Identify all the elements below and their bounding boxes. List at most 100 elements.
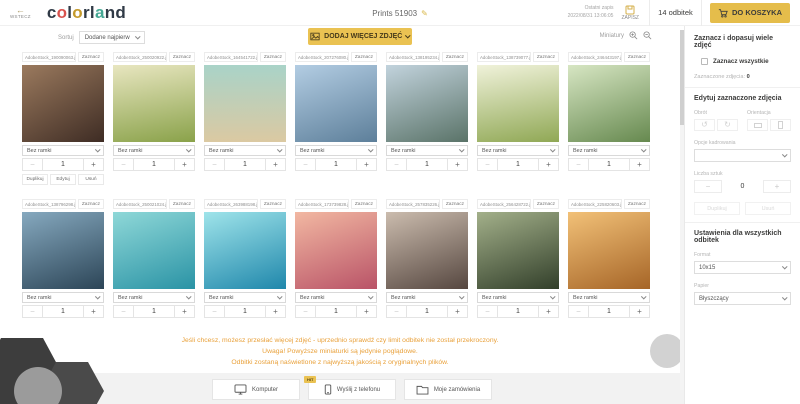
photo-select-button[interactable]: Zaznacz (351, 199, 377, 209)
frame-option-dropdown[interactable]: Bez ramki (295, 292, 377, 303)
photo-thumbnail[interactable] (295, 212, 377, 289)
quantity-decrease-button[interactable]: − (387, 159, 407, 170)
go-to-cart-button[interactable]: DO KOSZYKA (710, 3, 790, 23)
photo-thumbnail[interactable] (204, 65, 286, 142)
quantity-increase-button[interactable]: + (174, 306, 194, 317)
quantity-decrease-button[interactable]: − (23, 159, 43, 170)
photo-select-button[interactable]: Zaznacz (624, 199, 650, 209)
save-button[interactable]: ZAPISZ (621, 5, 639, 21)
quantity-decrease-button[interactable]: − (23, 306, 43, 317)
select-all-checkbox[interactable] (701, 58, 708, 65)
frame-option-dropdown[interactable]: Bez ramki (568, 292, 650, 303)
zoom-out-icon[interactable] (643, 31, 652, 40)
quantity-increase-button[interactable]: + (629, 306, 649, 317)
photo-thumbnail[interactable] (295, 65, 377, 142)
frame-option-dropdown[interactable]: Bez ramki (295, 145, 377, 156)
photo-select-button[interactable]: Zaznacz (351, 52, 377, 62)
quantity-increase-button[interactable]: + (356, 159, 376, 170)
photo-select-button[interactable]: Zaznacz (533, 199, 559, 209)
quantity-decrease-button[interactable]: − (114, 159, 134, 170)
quantity-increase-button[interactable]: + (356, 306, 376, 317)
quantity-decrease-button[interactable]: − (694, 180, 722, 193)
photo-select-button[interactable]: Zaznacz (260, 199, 286, 209)
photo-thumbnail[interactable] (568, 212, 650, 289)
quantity-decrease-button[interactable]: − (114, 306, 134, 317)
quantity-increase-button[interactable]: + (447, 306, 467, 317)
photo-thumbnail[interactable] (22, 212, 104, 289)
photo-thumbnail[interactable] (386, 212, 468, 289)
photo-select-button[interactable]: Zaznacz (442, 52, 468, 62)
rotate-left-button[interactable]: ↺ (694, 119, 715, 131)
edit-button[interactable]: Edytuj (50, 174, 76, 185)
photo-select-button[interactable]: Zaznacz (533, 52, 559, 62)
quantity-increase-button[interactable]: + (538, 159, 558, 170)
quantity-increase-button[interactable]: + (83, 306, 103, 317)
delete-selected-button[interactable]: Usuń (745, 202, 791, 215)
quantity-decrease-button[interactable]: − (387, 306, 407, 317)
quantity-decrease-button[interactable]: − (478, 159, 498, 170)
send-from-phone-button[interactable]: HIT Wyślij z telefonu (308, 379, 396, 400)
quantity-decrease-button[interactable]: − (569, 159, 589, 170)
photo-thumbnail[interactable] (22, 65, 104, 142)
delete-button[interactable]: Usuń (78, 174, 104, 185)
quantity-increase-button[interactable]: + (83, 159, 103, 170)
scroll-to-top-button[interactable] (650, 334, 684, 368)
quantity-decrease-button[interactable]: − (296, 159, 316, 170)
frame-option-dropdown[interactable]: Bez ramki (204, 292, 286, 303)
frame-option-dropdown[interactable]: Bez ramki (386, 292, 468, 303)
photo-thumbnail[interactable] (113, 212, 195, 289)
zoom-in-icon[interactable] (629, 31, 638, 40)
quantity-decrease-button[interactable]: − (205, 306, 225, 317)
quantity-increase-button[interactable]: + (174, 159, 194, 170)
quantity-increase-button[interactable]: + (265, 159, 285, 170)
paper-dropdown[interactable]: Błyszczący (694, 292, 791, 305)
quantity-increase-button[interactable]: + (629, 159, 649, 170)
photo-thumbnail[interactable] (477, 212, 559, 289)
my-orders-button[interactable]: Moje zamówienia (404, 379, 492, 400)
photo-select-button[interactable]: Zaznacz (624, 52, 650, 62)
frame-option-dropdown[interactable]: Bez ramki (113, 292, 195, 303)
quantity-decrease-button[interactable]: − (296, 306, 316, 317)
duplicate-button[interactable]: Duplikuj (22, 174, 48, 185)
frame-option-dropdown[interactable]: Bez ramki (22, 292, 104, 303)
rotate-right-button[interactable]: ↻ (717, 119, 738, 131)
edit-title-icon[interactable]: ✎ (421, 9, 428, 18)
quantity-increase-button[interactable]: + (265, 306, 285, 317)
duplicate-selected-button[interactable]: Duplikuj (694, 202, 740, 215)
photo-select-button[interactable]: Zaznacz (78, 199, 104, 209)
quantity-increase-button[interactable]: + (763, 180, 791, 193)
frame-option-dropdown[interactable]: Bez ramki (113, 145, 195, 156)
photo-select-button[interactable]: Zaznacz (169, 199, 195, 209)
scrollbar-thumb[interactable] (680, 30, 684, 125)
frame-option-dropdown[interactable]: Bez ramki (386, 145, 468, 156)
format-dropdown[interactable]: 10x15 (694, 261, 791, 274)
back-button[interactable]: ← WSTECZ (10, 6, 31, 19)
photo-thumbnail[interactable] (386, 65, 468, 142)
quantity-decrease-button[interactable]: − (478, 306, 498, 317)
photo-select-button[interactable]: Zaznacz (78, 52, 104, 62)
quantity-decrease-button[interactable]: − (205, 159, 225, 170)
logo-text[interactable]: colorland (47, 4, 126, 21)
photo-thumbnail[interactable] (477, 65, 559, 142)
sort-dropdown[interactable]: Dodane najpierw (79, 31, 146, 44)
frame-option-dropdown[interactable]: Bez ramki (568, 145, 650, 156)
quantity-increase-button[interactable]: + (538, 306, 558, 317)
photo-select-button[interactable]: Zaznacz (260, 52, 286, 62)
upload-from-computer-button[interactable]: Komputer (212, 379, 300, 400)
frame-option-dropdown[interactable]: Bez ramki (204, 145, 286, 156)
orientation-portrait-button[interactable] (770, 119, 791, 131)
frame-option-dropdown[interactable]: Bez ramki (477, 292, 559, 303)
scrollbar[interactable] (680, 30, 684, 390)
photo-thumbnail[interactable] (568, 65, 650, 142)
photo-select-button[interactable]: Zaznacz (169, 52, 195, 62)
photo-thumbnail[interactable] (204, 212, 286, 289)
frame-option-dropdown[interactable]: Bez ramki (477, 145, 559, 156)
photo-select-button[interactable]: Zaznacz (442, 199, 468, 209)
add-more-photos-button[interactable]: DODAJ WIĘCEJ ZDJĘĆ (308, 28, 412, 45)
quantity-increase-button[interactable]: + (447, 159, 467, 170)
crop-options-dropdown[interactable] (694, 149, 791, 162)
photo-thumbnail[interactable] (113, 65, 195, 142)
frame-option-dropdown[interactable]: Bez ramki (22, 145, 104, 156)
quantity-decrease-button[interactable]: − (569, 306, 589, 317)
orientation-landscape-button[interactable] (747, 119, 768, 131)
